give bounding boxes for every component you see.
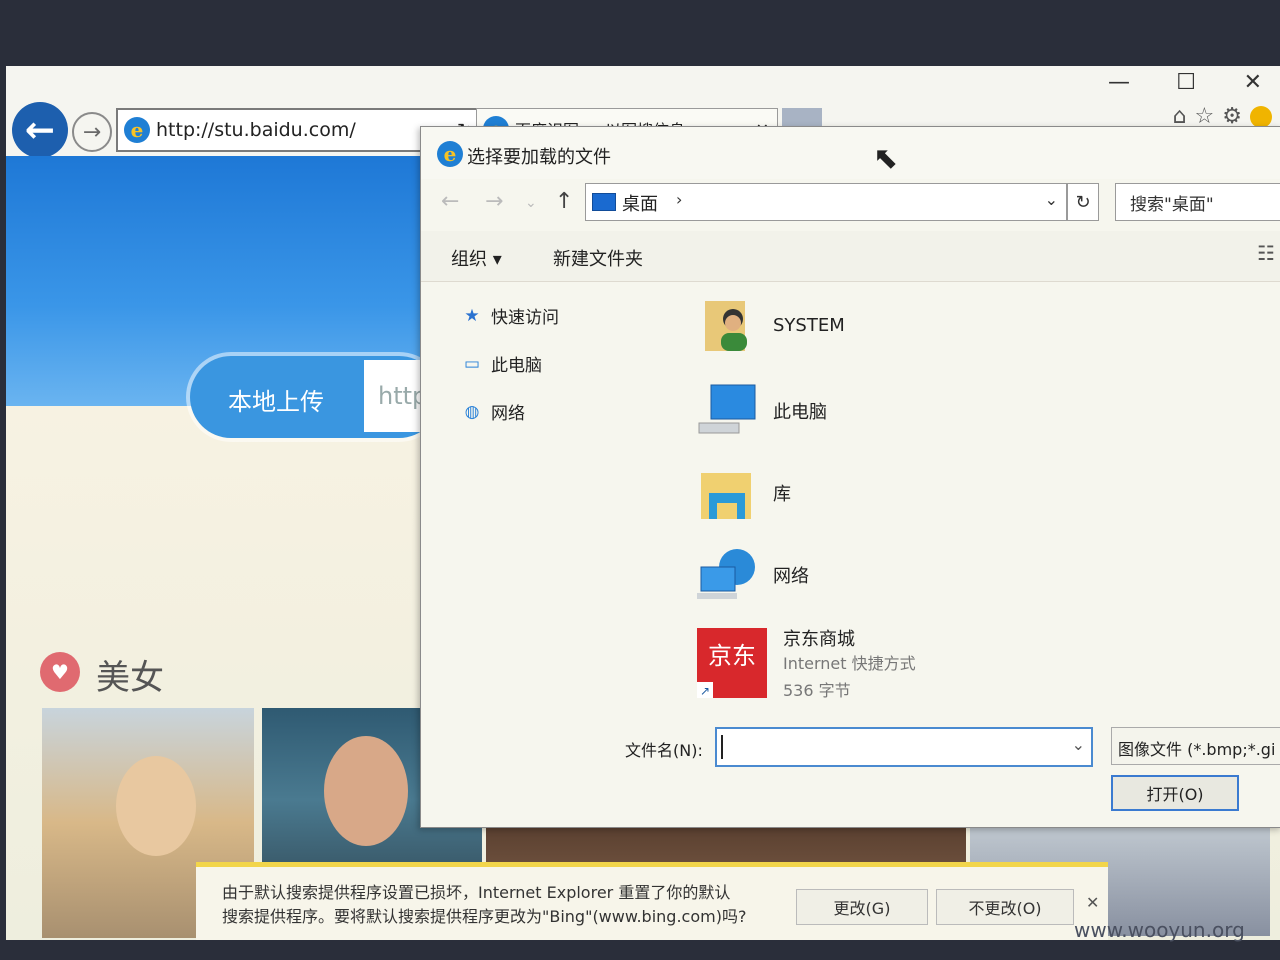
notification-bar: 由于默认搜索提供程序设置已损坏，Internet Explorer 重置了你的默… [196, 862, 1108, 940]
search-input[interactable]: 搜索"桌面" [1115, 183, 1280, 221]
command-bar: 组织 ▾ 新建文件夹 ☷ [421, 231, 1280, 282]
dialog-title: 选择要加载的文件 [467, 147, 611, 168]
recent-dropdown-icon[interactable]: ⌄ [525, 195, 537, 211]
nav-item-this-pc[interactable]: ▭ 此电脑 [461, 351, 542, 377]
path-segment[interactable]: 桌面 [622, 190, 658, 216]
file-item-system[interactable]: SYSTEM [697, 295, 845, 355]
jd-shortcut-icon: 京东 ↗ [697, 628, 767, 698]
ie-icon: e [437, 141, 463, 167]
close-icon[interactable]: ✕ [1086, 893, 1099, 912]
refresh-button[interactable]: ↻ [1067, 183, 1099, 221]
file-name: 此电脑 [773, 402, 827, 423]
file-size: 536 字节 [783, 681, 851, 700]
category-title: 美女 [96, 658, 164, 698]
file-list: SYSTEM 此电脑 库 网络 京东 ↗ 京东商城 Internet 快捷方式 … [691, 281, 1280, 721]
navigation-pane: ★ 快速访问 ▭ 此电脑 ◍ 网络 [421, 281, 691, 721]
address-url[interactable]: http://stu.baidu.com/ [156, 119, 442, 141]
minimize-button[interactable]: — [1108, 70, 1130, 95]
view-options-icon[interactable]: ☷ [1257, 241, 1275, 265]
computer-icon: ▭ [463, 353, 481, 374]
nav-forward-icon[interactable]: → [485, 189, 503, 214]
text-caret [721, 735, 723, 759]
ie-icon: e [124, 117, 150, 143]
star-icon: ★ [464, 305, 480, 326]
new-folder-button[interactable]: 新建文件夹 [553, 245, 643, 271]
nav-back-icon[interactable]: ← [441, 189, 459, 214]
file-item-library[interactable]: 库 [697, 463, 791, 523]
maximize-button[interactable]: ☐ [1176, 70, 1196, 95]
file-open-dialog: e 选择要加载的文件 ⬉ ← → ⌄ ↑ 桌面 › ⌄ ↻ 搜索"桌面" 组织 … [420, 126, 1280, 828]
nav-item-quick-access[interactable]: ★ 快速访问 [461, 303, 559, 329]
svg-text:京东: 京东 [708, 642, 756, 670]
file-name: 网络 [773, 566, 809, 587]
back-button[interactable]: ← [12, 102, 68, 158]
filename-input[interactable]: ⌄ [715, 727, 1093, 767]
filename-label: 文件名(N): [625, 741, 703, 760]
nav-item-label: 快速访问 [491, 308, 559, 328]
desktop-icon [592, 193, 616, 211]
filetype-select[interactable]: 图像文件 (*.bmp;*.gi [1111, 727, 1280, 765]
search-placeholder: 搜索"桌面" [1130, 195, 1214, 215]
category-icon: ♥ [40, 652, 80, 692]
nav-item-label: 此电脑 [491, 356, 542, 376]
change-button[interactable]: 更改(G) [796, 889, 928, 925]
network-icon: ◍ [464, 401, 480, 422]
photo-face [324, 736, 408, 846]
smiley-icon[interactable] [1250, 106, 1272, 128]
file-item-this-pc[interactable]: 此电脑 [697, 381, 827, 441]
library-icon [697, 463, 757, 523]
close-button[interactable]: ✕ [1244, 70, 1262, 95]
file-item-network[interactable]: 网络 [697, 545, 809, 605]
chevron-down-icon[interactable]: ⌄ [1045, 190, 1058, 209]
watermark: www.wooyun.org [1074, 918, 1245, 942]
user-folder-icon [697, 295, 757, 355]
upload-button[interactable]: 本地上传 [228, 382, 324, 417]
photo-face [116, 756, 196, 856]
svg-text:↗: ↗ [700, 684, 710, 698]
file-name: 库 [773, 484, 791, 505]
forward-button[interactable]: → [72, 112, 112, 152]
chevron-right-icon[interactable]: › [676, 190, 682, 209]
path-bar[interactable]: 桌面 › ⌄ [585, 183, 1067, 221]
no-change-button[interactable]: 不更改(O) [936, 889, 1074, 925]
open-button[interactable]: 打开(O) [1111, 775, 1239, 811]
notification-text: 由于默认搜索提供程序设置已损坏，Internet Explorer 重置了你的默… [222, 883, 731, 902]
chevron-down-icon[interactable]: ⌄ [1072, 735, 1085, 754]
network-icon [697, 545, 757, 605]
nav-up-icon[interactable]: ↑ [555, 189, 573, 214]
nav-item-label: 网络 [491, 404, 525, 424]
file-name: 京东商城 [783, 629, 855, 650]
organize-button[interactable]: 组织 ▾ [451, 245, 502, 271]
file-name: SYSTEM [773, 314, 845, 336]
filetype-value: 图像文件 (*.bmp;*.gi [1118, 740, 1276, 759]
computer-icon [697, 381, 757, 441]
file-type: Internet 快捷方式 [783, 654, 916, 673]
notification-text: 搜索提供程序。要将默认搜索提供程序更改为"Bing"(www.bing.com)… [222, 907, 747, 926]
file-item-jd-shortcut[interactable]: 京东 ↗ 京东商城 Internet 快捷方式 536 字节 [697, 625, 916, 701]
mouse-cursor-icon: ⬉ [873, 141, 899, 176]
nav-item-network[interactable]: ◍ 网络 [461, 399, 525, 425]
dialog-titlebar[interactable]: e 选择要加载的文件 ⬉ [421, 127, 1280, 179]
